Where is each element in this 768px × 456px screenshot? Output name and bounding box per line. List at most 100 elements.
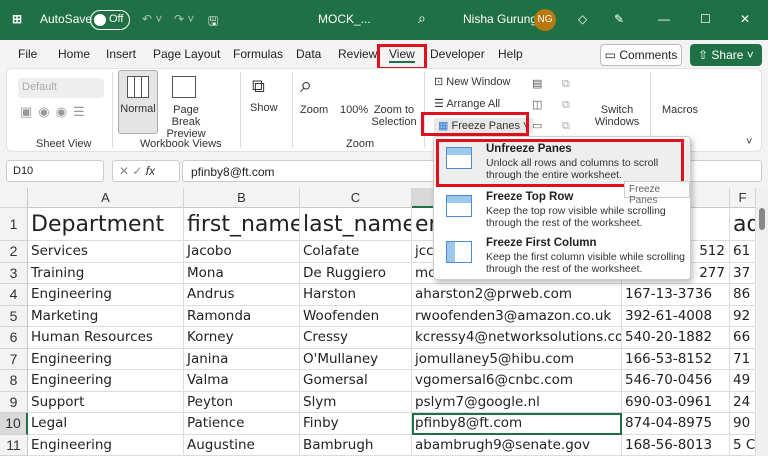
menu-item-freeze-first-column[interactable]: Freeze First Column Keep the first column… — [434, 233, 690, 279]
cell[interactable]: 37 — [730, 262, 756, 284]
tab-help[interactable]: Help — [498, 47, 523, 61]
cell[interactable]: Mona — [184, 262, 300, 284]
cell[interactable]: kcressy4@networksolutions.com — [412, 327, 622, 349]
switch-windows-button[interactable]: Switch Windows — [592, 104, 642, 128]
cell[interactable]: 392-61-4008 — [622, 305, 730, 327]
cell[interactable]: Peyton — [184, 391, 300, 413]
cell[interactable]: 168-56-8013 — [622, 434, 730, 456]
normal-view-button[interactable]: Normal — [118, 70, 158, 134]
show-button[interactable]: Show — [250, 102, 278, 114]
cell[interactable]: rwoofenden3@amazon.co.uk — [412, 305, 622, 327]
macros-button[interactable]: Macros — [662, 104, 698, 116]
cell[interactable]: Ramonda — [184, 305, 300, 327]
cell[interactable]: 66 — [730, 327, 756, 349]
cell[interactable]: 546-70-0456 — [622, 370, 730, 392]
enter-icon[interactable]: ✓ — [132, 164, 145, 178]
tab-review[interactable]: Review — [338, 47, 377, 61]
row-header[interactable]: 8 — [0, 370, 28, 392]
cell[interactable]: Colafate — [300, 241, 412, 263]
selected-cell[interactable]: pfinby8@ft.com — [412, 413, 622, 435]
pen-icon[interactable]: ✎ — [614, 12, 624, 26]
row-header[interactable]: 4 — [0, 284, 28, 306]
cell[interactable]: Legal — [28, 413, 184, 435]
cell[interactable]: 167-13-3736 — [622, 284, 730, 306]
page-break-preview-button[interactable]: Page Break Preview — [158, 104, 214, 140]
tab-formulas[interactable]: Formulas — [233, 47, 283, 61]
cell[interactable]: Services — [28, 241, 184, 263]
cell[interactable]: Korney — [184, 327, 300, 349]
scrollbar-thumb[interactable] — [759, 208, 765, 230]
row-header[interactable]: 1 — [0, 208, 28, 241]
cell[interactable]: Marketing — [28, 305, 184, 327]
row-header[interactable]: 7 — [0, 348, 28, 370]
cell[interactable]: Woofenden — [300, 305, 412, 327]
sheet-view-icons[interactable]: ▣◉◉☰ — [20, 104, 91, 120]
cell[interactable]: jomullaney5@hibu.com — [412, 348, 622, 370]
cell[interactable]: 5 C — [730, 434, 756, 456]
save-icon[interactable]: 🖫 — [208, 12, 218, 33]
new-window-button[interactable]: ⊡ New Window — [434, 75, 510, 88]
cell[interactable]: Valma — [184, 370, 300, 392]
cell[interactable]: Bambrugh — [300, 434, 412, 456]
cell[interactable]: Jacobo — [184, 241, 300, 263]
cell[interactable]: 86 — [730, 284, 756, 306]
column-header-f[interactable]: F — [730, 188, 756, 208]
cell[interactable]: 71 — [730, 348, 756, 370]
tab-developer[interactable]: Developer — [430, 47, 485, 61]
cell[interactable]: Support — [28, 391, 184, 413]
cell[interactable]: ad — [730, 208, 756, 241]
row-header[interactable]: 9 — [0, 391, 28, 413]
row-header[interactable]: 10 — [0, 413, 28, 435]
cell[interactable]: Janina — [184, 348, 300, 370]
tab-file[interactable]: File — [18, 47, 37, 61]
row-header[interactable]: 11 — [0, 434, 28, 456]
window-icons[interactable]: ▤ ◫ ▭ — [532, 74, 542, 137]
column-header-c[interactable]: C — [300, 188, 412, 208]
row-header[interactable]: 6 — [0, 327, 28, 349]
cell[interactable]: Andrus — [184, 284, 300, 306]
cell[interactable]: Slym — [300, 391, 412, 413]
share-button[interactable]: ⇧ Share ˅ — [690, 44, 762, 66]
close-icon[interactable]: ✕ — [740, 12, 750, 26]
cell[interactable]: Department — [28, 208, 184, 241]
cancel-icon[interactable]: ✕ — [119, 164, 132, 178]
cell[interactable]: Engineering — [28, 284, 184, 306]
diamond-icon[interactable]: ◇ — [578, 12, 587, 26]
cell[interactable]: abambrugh9@senate.gov — [412, 434, 622, 456]
cell[interactable]: last_name — [300, 208, 412, 241]
cell[interactable]: 49 — [730, 370, 756, 392]
cell[interactable]: Engineering — [28, 434, 184, 456]
zoom-100-button[interactable]: 100% — [340, 104, 368, 116]
cell[interactable]: Engineering — [28, 348, 184, 370]
vertical-scrollbar[interactable] — [756, 188, 768, 456]
tab-home[interactable]: Home — [58, 47, 90, 61]
row-header[interactable]: 5 — [0, 305, 28, 327]
tab-data[interactable]: Data — [296, 47, 321, 61]
row-header[interactable]: 3 — [0, 262, 28, 284]
cell[interactable]: 92 — [730, 305, 756, 327]
cell[interactable]: first_name — [184, 208, 300, 241]
cell[interactable]: vgomersal6@cnbc.com — [412, 370, 622, 392]
cell[interactable]: Training — [28, 262, 184, 284]
column-header-a[interactable]: A — [28, 188, 184, 208]
row-header[interactable]: 2 — [0, 241, 28, 263]
fx-icon[interactable]: fx — [146, 164, 155, 178]
cell[interactable]: 61 — [730, 241, 756, 263]
cell[interactable]: Augustine — [184, 434, 300, 456]
cell[interactable]: O'Mullaney — [300, 348, 412, 370]
zoom-button[interactable]: Zoom — [300, 104, 328, 116]
cell[interactable]: 24 — [730, 391, 756, 413]
cell[interactable]: 90 — [730, 413, 756, 435]
cell[interactable]: Human Resources — [28, 327, 184, 349]
cell[interactable]: 874-04-8975 — [622, 413, 730, 435]
cell[interactable]: 166-53-8152 — [622, 348, 730, 370]
column-header-b[interactable]: B — [184, 188, 300, 208]
arrange-all-button[interactable]: ☰ Arrange All — [434, 97, 500, 110]
cell[interactable]: Engineering — [28, 370, 184, 392]
cell[interactable]: pslym7@google.nl — [412, 391, 622, 413]
redo-icon[interactable]: ↷ ˅ — [174, 12, 194, 26]
filename[interactable]: MOCK_... — [318, 12, 371, 26]
avatar[interactable]: NG — [534, 9, 556, 31]
cell[interactable]: Finby — [300, 413, 412, 435]
name-box[interactable]: D10 — [6, 160, 104, 182]
